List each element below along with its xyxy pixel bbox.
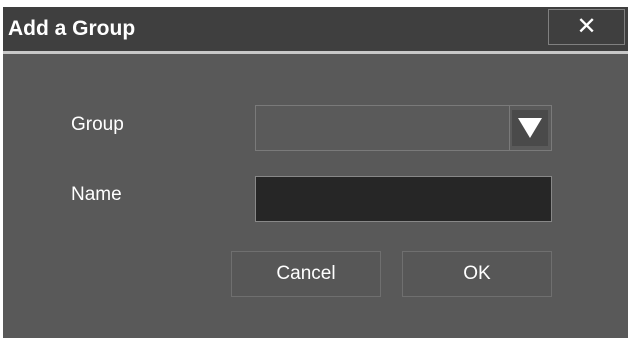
dialog-titlebar: Add a Group ✕ [3, 7, 628, 54]
add-group-dialog: Add a Group ✕ Group Name Cancel OK [3, 7, 628, 338]
group-select-value [260, 106, 510, 150]
dialog-title: Add a Group [8, 17, 136, 40]
group-dropdown-button[interactable] [512, 110, 548, 146]
name-label: Name [71, 184, 122, 205]
triangle-down-icon [518, 118, 542, 138]
group-select[interactable] [255, 105, 552, 151]
cancel-button[interactable]: Cancel [231, 251, 381, 297]
close-button[interactable]: ✕ [548, 9, 625, 45]
ok-button[interactable]: OK [402, 251, 552, 297]
close-icon: ✕ [576, 12, 597, 40]
group-label: Group [71, 114, 124, 135]
name-input[interactable] [255, 176, 552, 222]
